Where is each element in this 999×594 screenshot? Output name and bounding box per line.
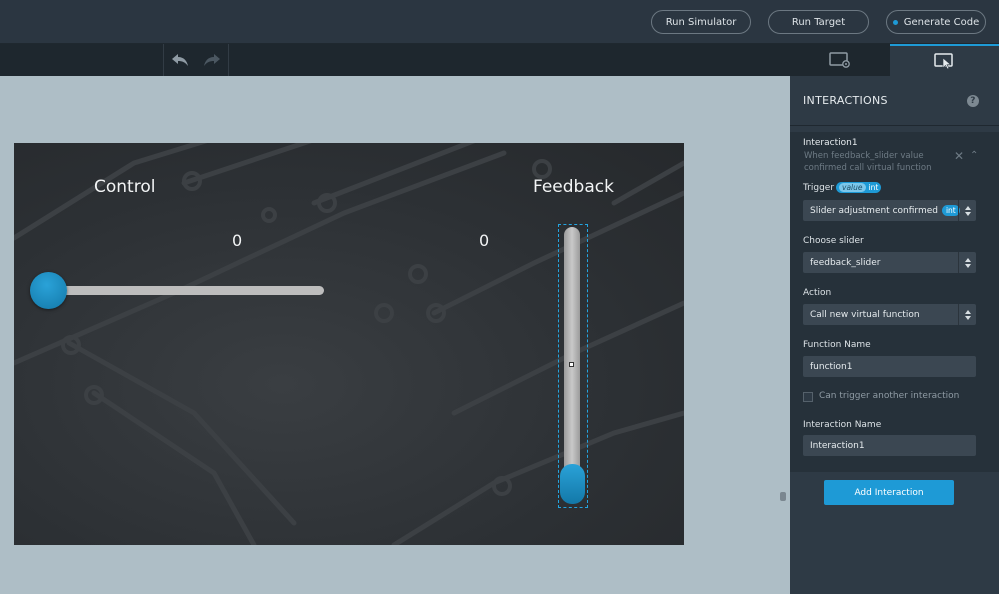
redo-button[interactable]: [196, 44, 228, 76]
collapse-chevron-icon[interactable]: ⌃: [970, 150, 978, 161]
generate-code-button[interactable]: Generate Code: [886, 10, 986, 34]
run-target-button[interactable]: Run Target: [768, 10, 869, 34]
feedback-slider-knob[interactable]: [560, 464, 585, 504]
function-name-value: function1: [810, 361, 853, 372]
action-value: Call new virtual function: [810, 309, 920, 320]
interaction-description: When feedback_slider value confirmed cal…: [804, 151, 932, 173]
interaction-title: Interaction1: [803, 138, 858, 148]
interaction-cursor-icon: [933, 53, 953, 69]
redo-icon: [204, 54, 220, 66]
choose-slider-select[interactable]: feedback_slider: [803, 252, 976, 273]
tab-properties[interactable]: [790, 44, 890, 76]
panel-header: INTERACTIONS ?: [790, 76, 999, 126]
trigger-select[interactable]: Slider adjustment confirmed int: [803, 200, 976, 221]
undo-button[interactable]: [164, 44, 196, 76]
screen-settings-icon: [829, 52, 850, 68]
interaction-name-value: Interaction1: [810, 440, 865, 451]
interactions-panel: INTERACTIONS ? Interaction1 When feedbac…: [790, 76, 999, 594]
panel-title: INTERACTIONS: [803, 94, 888, 107]
trigger-value-tag: value: [839, 183, 866, 192]
control-slider-knob[interactable]: [30, 272, 67, 309]
trigger-select-value: Slider adjustment confirmed: [810, 205, 938, 216]
trigger-label: Trigger: [803, 183, 835, 193]
choose-slider-label: Choose slider: [803, 236, 864, 246]
control-label: Control: [94, 177, 156, 197]
selection-center-handle[interactable]: [569, 362, 574, 367]
run-simulator-button[interactable]: Run Simulator: [651, 10, 751, 34]
control-slider-track[interactable]: [46, 286, 324, 295]
trigger-type-pill: value int: [836, 182, 882, 193]
undo-redo-group: [163, 44, 229, 76]
canvas-toolbar: [0, 44, 790, 76]
design-workarea: Control Feedback 0 0: [0, 76, 790, 594]
interaction-card: Interaction1 When feedback_slider value …: [790, 132, 999, 472]
undo-icon: [172, 54, 188, 66]
function-name-input[interactable]: function1: [803, 356, 976, 377]
panel-tabs: [790, 44, 999, 76]
chain-interaction-label: Can trigger another interaction: [819, 391, 960, 401]
generate-code-label: Generate Code: [903, 16, 980, 28]
delete-interaction-icon[interactable]: ✕: [954, 149, 964, 163]
action-select[interactable]: Call new virtual function: [803, 304, 976, 325]
select-arrows-icon: [958, 304, 976, 325]
help-icon[interactable]: ?: [967, 95, 979, 107]
chain-interaction-checkbox[interactable]: [803, 392, 813, 402]
tab-interactions[interactable]: [890, 44, 999, 76]
choose-slider-value: feedback_slider: [810, 257, 881, 268]
feedback-label: Feedback: [533, 177, 614, 197]
select-arrows-icon: [958, 200, 976, 221]
interaction-name-input[interactable]: Interaction1: [803, 435, 976, 456]
status-dot-icon: [892, 19, 898, 25]
function-name-label: Function Name: [803, 340, 871, 350]
interaction-name-label: Interaction Name: [803, 420, 882, 430]
add-interaction-button[interactable]: Add Interaction: [824, 480, 954, 505]
feedback-value: 0: [479, 231, 490, 250]
select-arrows-icon: [958, 252, 976, 273]
top-bar: Run Simulator Run Target Generate Code: [0, 0, 999, 44]
action-label: Action: [803, 288, 832, 298]
screen-canvas: Control Feedback 0 0: [14, 143, 684, 545]
trigger-type-tag: int: [868, 183, 879, 192]
panel-resize-handle[interactable]: [780, 492, 786, 501]
control-value: 0: [232, 231, 243, 250]
